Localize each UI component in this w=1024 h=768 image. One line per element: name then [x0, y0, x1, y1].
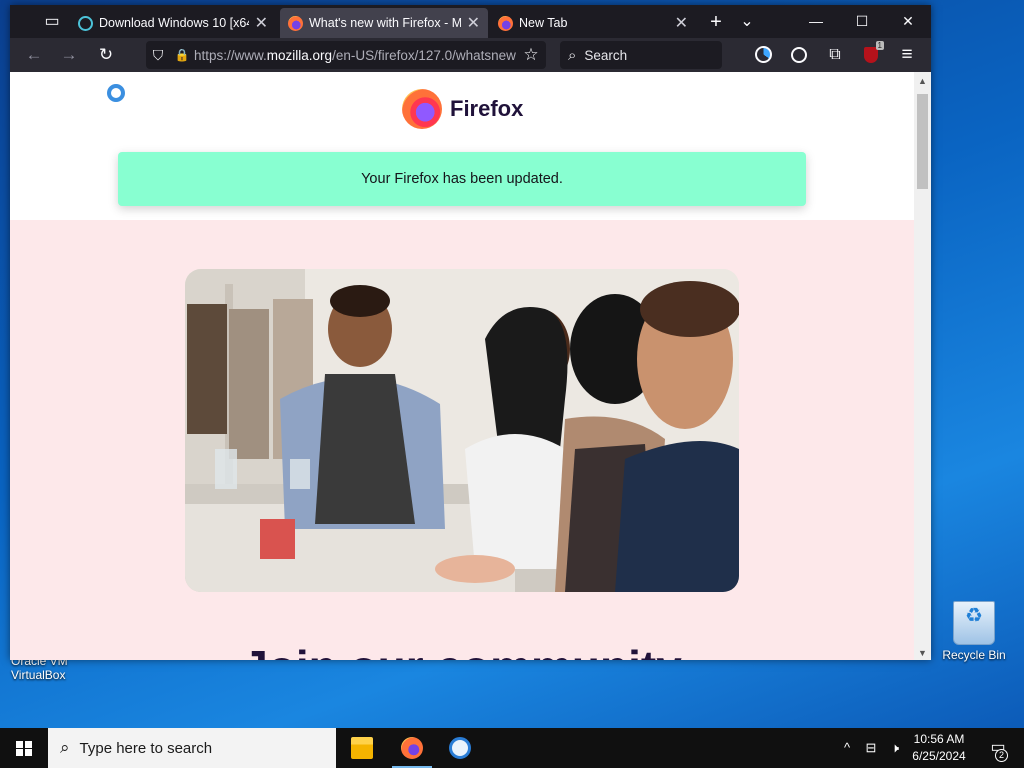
taskbar-search-box[interactable]: ⌕ Type here to search: [48, 728, 336, 768]
clock-time: 10:56 AM: [913, 732, 965, 746]
shield-icon[interactable]: ⛉: [146, 47, 170, 64]
extension-badge: 1: [875, 41, 884, 50]
firefox-icon: [288, 15, 303, 31]
community-photo: [185, 269, 739, 592]
community-section: Join our community: [10, 220, 914, 660]
ublock-origin-icon[interactable]: 1: [858, 41, 884, 67]
start-button[interactable]: [0, 728, 48, 768]
taskbar-file-explorer[interactable]: [338, 728, 386, 768]
search-bar[interactable]: ⌕ Search: [560, 41, 722, 69]
url-text[interactable]: https://www.mozilla.org/en-US/firefox/12…: [194, 48, 516, 63]
forward-button[interactable]: →: [55, 42, 83, 68]
windows-logo-icon: [16, 741, 32, 756]
taskbar-clock[interactable]: 10:56 AM 6/25/2024: [907, 731, 971, 765]
clock-date: 6/25/2024: [912, 749, 966, 763]
taskbar: ⌕ Type here to search ^ ⊟ 🕨 10:56 AM 6/2…: [0, 728, 1024, 768]
lock-icon[interactable]: 🔒: [170, 48, 194, 62]
taskbar-search-placeholder: Type here to search: [79, 739, 213, 757]
bookmark-star-icon[interactable]: ☆: [516, 45, 546, 65]
folder-icon: [351, 737, 373, 759]
scroll-down-icon[interactable]: ▼: [914, 648, 931, 658]
firefox-icon: [498, 15, 513, 31]
nav-bar: ← → ↻ ⛉ 🔒 https://www.mozilla.org/en-US/…: [10, 38, 931, 72]
scrollbar-thumb[interactable]: [917, 94, 928, 189]
loading-cursor-icon: [107, 84, 125, 102]
back-button[interactable]: ←: [20, 42, 48, 68]
show-hidden-icons-icon[interactable]: ^: [838, 728, 856, 768]
address-bar[interactable]: ⛉ 🔒 https://www.mozilla.org/en-US/firefo…: [146, 41, 546, 69]
page-content: Firefox Your Firefox has been updated.: [10, 72, 914, 660]
maximize-button[interactable]: ☐: [839, 5, 885, 38]
tab-close-icon[interactable]: ✕: [467, 13, 480, 33]
recycle-bin-icon: [953, 601, 995, 645]
recycle-bin-shortcut[interactable]: Recycle Bin: [938, 601, 1010, 662]
tab-whats-new[interactable]: What's new with Firefox - Mozilla ✕: [280, 8, 488, 38]
firefox-view-icon[interactable]: ▭: [37, 9, 67, 35]
tab-download-windows[interactable]: Download Windows 10 [x64/x86 ✕: [70, 8, 276, 38]
volume-muted-icon[interactable]: 🕨: [884, 728, 906, 768]
notification-count: 2: [995, 749, 1008, 762]
tab-title: New Tab: [519, 16, 568, 30]
firefox-icon: [401, 737, 423, 759]
extensions-icon[interactable]: ⧉: [822, 43, 848, 67]
search-icon: ⌕: [568, 46, 577, 64]
firefox-logo: Firefox: [402, 89, 523, 129]
close-window-button[interactable]: ✕: [885, 5, 931, 38]
search-icon: ⌕: [60, 738, 70, 757]
firefox-window: ▭ Download Windows 10 [x64/x86 ✕ What's …: [10, 5, 931, 660]
network-icon[interactable]: ⊟: [860, 728, 882, 768]
tab-bar: ▭ Download Windows 10 [x64/x86 ✕ What's …: [10, 5, 931, 38]
firefox-logo-icon: [402, 89, 442, 129]
meeting-photo-illustration: [185, 269, 739, 592]
firefox-logo-text: Firefox: [450, 96, 524, 121]
taskbar-virtualbox[interactable]: [436, 728, 484, 768]
power-icon: [78, 15, 93, 31]
search-placeholder: Search: [584, 47, 628, 63]
tab-close-icon[interactable]: ✕: [675, 13, 688, 33]
scroll-up-icon[interactable]: ▲: [914, 76, 931, 86]
tab-list-button[interactable]: ⌄: [732, 9, 762, 35]
recycle-bin-label: Recycle Bin: [942, 648, 1006, 662]
tab-close-icon[interactable]: ✕: [255, 13, 268, 33]
virtualbox-label-line2: VirtualBox: [11, 668, 66, 682]
minimize-button[interactable]: —: [793, 5, 839, 38]
virtualbox-icon: [449, 737, 471, 759]
action-center-button[interactable]: ▭ 2: [978, 728, 1018, 768]
section-heading: Join our community: [10, 640, 914, 660]
tab-title: What's new with Firefox - Mozilla: [309, 16, 461, 30]
tab-title: Download Windows 10 [x64/x86: [99, 16, 249, 30]
update-notice: Your Firefox has been updated.: [118, 152, 806, 206]
app-menu-button[interactable]: ≡: [894, 43, 920, 67]
reload-button[interactable]: ↻: [92, 42, 120, 68]
profile-icon[interactable]: [786, 43, 812, 67]
page-scrollbar[interactable]: ▲ ▼: [914, 72, 931, 660]
tab-new-tab[interactable]: New Tab ✕: [490, 8, 696, 38]
taskbar-firefox[interactable]: [388, 728, 436, 768]
account-sync-icon[interactable]: [750, 43, 776, 67]
new-tab-button[interactable]: +: [701, 9, 731, 35]
